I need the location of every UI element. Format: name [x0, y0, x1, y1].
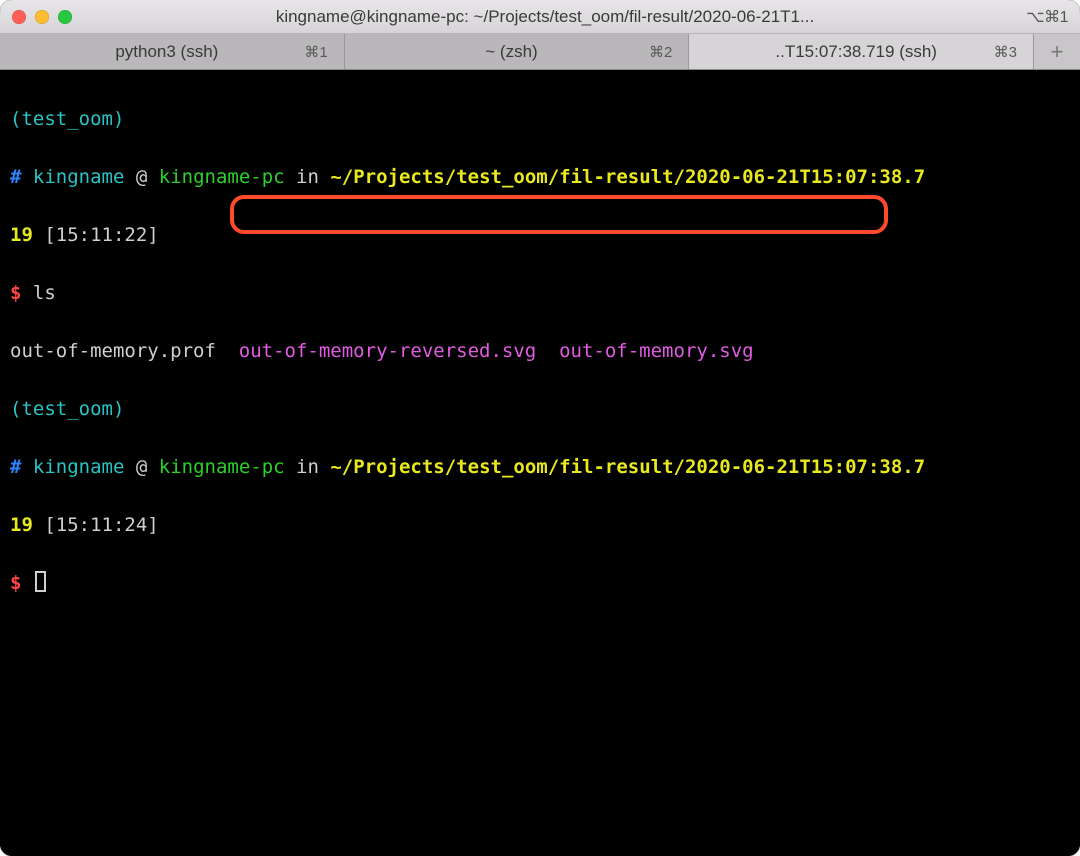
prompt-symbol: $	[10, 572, 21, 594]
prompt-host: kingname-pc	[159, 166, 285, 188]
cursor	[35, 571, 46, 592]
prompt-host: kingname-pc	[159, 456, 285, 478]
zoom-button[interactable]	[58, 10, 72, 24]
new-tab-button[interactable]: +	[1034, 34, 1080, 69]
prompt-hash: #	[10, 166, 21, 188]
tab-3-active[interactable]: ..T15:07:38.719 (ssh) ⌘3	[689, 34, 1034, 69]
prompt-path-cont: 19	[10, 224, 33, 246]
prompt-in: in	[285, 166, 331, 188]
prompt-in: in	[285, 456, 331, 478]
window-title: kingname@kingname-pc: ~/Projects/test_oo…	[80, 7, 1010, 27]
prompt-time: [15:11:24]	[33, 514, 159, 536]
prompt-user: kingname	[33, 456, 125, 478]
virtualenv: (test_oom)	[10, 398, 124, 420]
traffic-lights	[12, 10, 72, 24]
tab-shortcut: ⌘1	[304, 43, 327, 61]
plus-icon: +	[1051, 39, 1064, 65]
prompt-hash: #	[10, 456, 21, 478]
terminal-window: kingname@kingname-pc: ~/Projects/test_oo…	[0, 0, 1080, 856]
prompt-user: kingname	[33, 166, 125, 188]
prompt-time: [15:11:22]	[33, 224, 159, 246]
terminal-output[interactable]: (test_oom) # kingname @ kingname-pc in ~…	[0, 70, 1080, 856]
prompt-path-cont: 19	[10, 514, 33, 536]
tab-shortcut: ⌘3	[994, 43, 1017, 61]
tab-1[interactable]: python3 (ssh) ⌘1	[0, 34, 345, 69]
minimize-button[interactable]	[35, 10, 49, 24]
output-file-svg: out-of-memory-reversed.svg	[239, 340, 536, 362]
tab-shortcut: ⌘2	[649, 43, 672, 61]
output-file-svg: out-of-memory.svg	[559, 340, 753, 362]
tabbar: python3 (ssh) ⌘1 ~ (zsh) ⌘2 ..T15:07:38.…	[0, 34, 1080, 70]
window-shortcut: ⌥⌘1	[1026, 7, 1068, 27]
tab-2[interactable]: ~ (zsh) ⌘2	[345, 34, 690, 69]
command-ls: ls	[21, 282, 55, 304]
prompt-path: ~/Projects/test_oom/fil-result/2020-06-2…	[330, 456, 925, 478]
prompt-at: @	[124, 456, 158, 478]
close-button[interactable]	[12, 10, 26, 24]
titlebar[interactable]: kingname@kingname-pc: ~/Projects/test_oo…	[0, 0, 1080, 34]
prompt-symbol: $	[10, 282, 21, 304]
prompt-at: @	[124, 166, 158, 188]
prompt-path: ~/Projects/test_oom/fil-result/2020-06-2…	[330, 166, 925, 188]
tab-label: python3 (ssh)	[115, 42, 228, 62]
tab-label: ~ (zsh)	[485, 42, 547, 62]
virtualenv: (test_oom)	[10, 108, 124, 130]
tab-label: ..T15:07:38.719 (ssh)	[775, 42, 947, 62]
output-file: out-of-memory.prof	[10, 340, 216, 362]
